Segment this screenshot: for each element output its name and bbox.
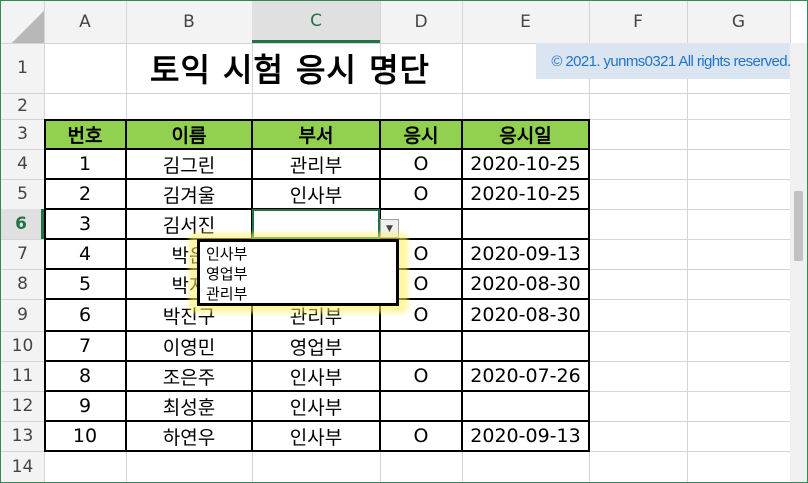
column-header-b[interactable]: B xyxy=(126,1,252,43)
table-cell[interactable]: 김그린 xyxy=(126,149,252,179)
table-cell[interactable]: 인사부 xyxy=(252,361,380,391)
table-header-cell[interactable]: 응시 xyxy=(380,119,462,149)
table-header-cell[interactable]: 부서 xyxy=(252,119,380,149)
select-all-corner[interactable] xyxy=(1,1,44,43)
table-cell[interactable]: 인사부 xyxy=(252,421,380,451)
table-cell[interactable]: 2020-10-25 xyxy=(462,149,589,179)
table-cell[interactable]: 최성훈 xyxy=(126,391,252,421)
validation-dropdown-list[interactable]: 인사부 영업부 관리부 xyxy=(197,239,399,306)
table-cell[interactable]: O xyxy=(380,421,462,451)
column-header-g[interactable]: G xyxy=(687,1,790,43)
table-cell[interactable] xyxy=(462,331,589,361)
table-cell[interactable]: O xyxy=(380,179,462,209)
row-header-13[interactable]: 13 xyxy=(1,421,44,451)
table-cell[interactable]: 2 xyxy=(44,179,126,209)
table-cell[interactable]: 조은주 xyxy=(126,361,252,391)
table-cell[interactable]: 9 xyxy=(44,391,126,421)
table-cell[interactable]: 관리부 xyxy=(252,149,380,179)
table-header-cell[interactable]: 번호 xyxy=(44,119,126,149)
table-border xyxy=(44,450,590,452)
table-cell[interactable]: 4 xyxy=(44,239,126,269)
table-cell[interactable]: 이영민 xyxy=(126,331,252,361)
row-header-10[interactable]: 10 xyxy=(1,331,44,361)
table-cell[interactable]: 8 xyxy=(44,361,126,391)
row-header-9[interactable]: 9 xyxy=(1,299,44,331)
table-border xyxy=(44,119,46,452)
row-header-2[interactable]: 2 xyxy=(1,93,44,119)
table-header-cell[interactable]: 응시일 xyxy=(462,119,589,149)
table-cell[interactable]: O xyxy=(380,149,462,179)
dropdown-option[interactable]: 인사부 xyxy=(206,244,396,264)
table-header-cell[interactable]: 이름 xyxy=(126,119,252,149)
table-border xyxy=(44,330,590,332)
table-border xyxy=(44,178,590,180)
column-header-d[interactable]: D xyxy=(380,1,462,43)
row-header-1[interactable]: 1 xyxy=(1,43,44,93)
table-cell[interactable]: 인사부 xyxy=(252,391,380,421)
table-border xyxy=(44,360,590,362)
copyright-notice: © 2021. yunms0321 All rights reserved. xyxy=(536,43,806,79)
row-header-5[interactable]: 5 xyxy=(1,179,44,209)
row-header-14[interactable]: 14 xyxy=(1,451,44,482)
table-cell[interactable]: 1 xyxy=(44,149,126,179)
table-border xyxy=(44,148,590,150)
spreadsheet-window: A B C D E F G 1 2 3 4 5 6 7 8 9 10 11 12 13 14 번호 이름 부서 응시 응시일 1 김그… xyxy=(0,0,808,483)
table-cell[interactable]: 2020-09-13 xyxy=(462,421,589,451)
table-cell[interactable]: 인사부 xyxy=(252,179,380,209)
table-cell[interactable]: 2020-10-25 xyxy=(462,179,589,209)
table-border xyxy=(44,119,590,121)
chevron-down-icon: ▼ xyxy=(386,223,393,234)
table-cell[interactable]: 2020-08-30 xyxy=(462,299,589,331)
scrollbar-thumb[interactable] xyxy=(794,191,803,261)
table-cell[interactable]: 2020-08-30 xyxy=(462,269,589,299)
table-border xyxy=(44,390,590,392)
row-header-3[interactable]: 3 xyxy=(1,119,44,149)
table-cell[interactable]: 2020-07-26 xyxy=(462,361,589,391)
row-header-11[interactable]: 11 xyxy=(1,361,44,391)
table-border xyxy=(461,119,463,452)
column-header-a[interactable]: A xyxy=(44,1,126,43)
row-header-4[interactable]: 4 xyxy=(1,149,44,179)
column-header-c[interactable]: C xyxy=(252,1,380,43)
table-cell[interactable]: 6 xyxy=(44,299,126,331)
column-header-e[interactable]: E xyxy=(462,1,589,43)
dropdown-option[interactable]: 관리부 xyxy=(206,284,396,304)
table-cell[interactable]: 하연우 xyxy=(126,421,252,451)
table-cell[interactable]: 김겨울 xyxy=(126,179,252,209)
table-cell[interactable]: O xyxy=(380,361,462,391)
row-header-6[interactable]: 6 xyxy=(1,209,44,239)
column-header-f[interactable]: F xyxy=(589,1,687,43)
table-cell[interactable] xyxy=(380,391,462,421)
gridline-horizontal xyxy=(1,93,790,94)
table-border xyxy=(125,119,127,452)
table-cell[interactable]: 영업부 xyxy=(252,331,380,361)
row-header-7[interactable]: 7 xyxy=(1,239,44,269)
row-header-12[interactable]: 12 xyxy=(1,391,44,421)
table-border xyxy=(588,119,590,452)
table-cell[interactable]: 2020-09-13 xyxy=(462,239,589,269)
table-cell[interactable] xyxy=(462,391,589,421)
table-cell[interactable]: 10 xyxy=(44,421,126,451)
sheet-title[interactable]: 토익 시험 응시 명단 xyxy=(44,43,536,93)
table-cell[interactable]: 5 xyxy=(44,269,126,299)
vertical-scrollbar[interactable] xyxy=(790,43,807,482)
dropdown-option[interactable]: 영업부 xyxy=(206,264,396,284)
table-cell[interactable]: 3 xyxy=(44,209,126,239)
table-cell[interactable] xyxy=(380,331,462,361)
table-cell[interactable]: 7 xyxy=(44,331,126,361)
table-border xyxy=(44,420,590,422)
row-header-8[interactable]: 8 xyxy=(1,269,44,299)
table-cell[interactable] xyxy=(462,209,589,239)
